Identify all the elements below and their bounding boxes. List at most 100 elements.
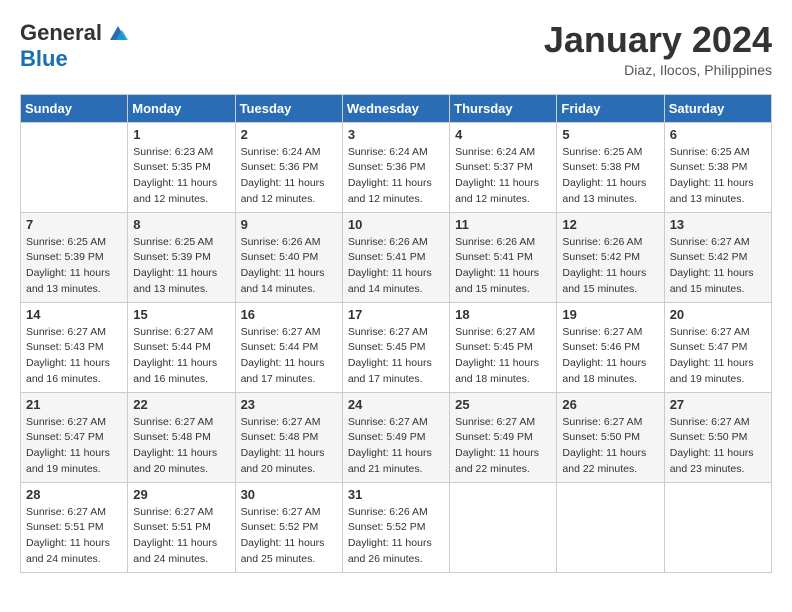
day-number: 20 — [670, 307, 766, 322]
calendar-day-cell: 24 Sunrise: 6:27 AMSunset: 5:49 PMDayligh… — [342, 392, 449, 482]
day-number: 18 — [455, 307, 551, 322]
calendar-day-cell — [664, 482, 771, 572]
calendar-day-cell: 2 Sunrise: 6:24 AMSunset: 5:36 PMDaylight… — [235, 122, 342, 212]
calendar-day-cell: 25 Sunrise: 6:27 AMSunset: 5:49 PMDayligh… — [450, 392, 557, 482]
day-number: 2 — [241, 127, 337, 142]
weekday-header: Saturday — [664, 94, 771, 122]
calendar-day-cell: 31 Sunrise: 6:26 AMSunset: 5:52 PMDayligh… — [342, 482, 449, 572]
location-subtitle: Diaz, Ilocos, Philippines — [544, 62, 772, 78]
day-number: 7 — [26, 217, 122, 232]
day-number: 11 — [455, 217, 551, 232]
day-info: Sunrise: 6:27 AMSunset: 5:52 PMDaylight:… — [241, 505, 337, 568]
calendar-table: SundayMondayTuesdayWednesdayThursdayFrid… — [20, 94, 772, 573]
calendar-day-cell: 1Sunrise: 6:23 AMSunset: 5:35 PMDaylight… — [128, 122, 235, 212]
calendar-week-row: 14 Sunrise: 6:27 AMSunset: 5:43 PMDayligh… — [21, 302, 772, 392]
day-info: Sunrise: 6:27 AMSunset: 5:49 PMDaylight:… — [455, 415, 551, 478]
day-info: Sunrise: 6:27 AMSunset: 5:43 PMDaylight:… — [26, 325, 122, 388]
title-block: January 2024 Diaz, Ilocos, Philippines — [544, 20, 772, 78]
logo-general-text: General — [20, 20, 102, 46]
calendar-day-cell: 23 Sunrise: 6:27 AMSunset: 5:48 PMDayligh… — [235, 392, 342, 482]
day-number: 19 — [562, 307, 658, 322]
calendar-header-row: SundayMondayTuesdayWednesdayThursdayFrid… — [21, 94, 772, 122]
weekday-header: Monday — [128, 94, 235, 122]
day-info: Sunrise: 6:26 AMSunset: 5:41 PMDaylight:… — [455, 235, 551, 298]
day-info: Sunrise: 6:25 AMSunset: 5:39 PMDaylight:… — [26, 235, 122, 298]
day-number: 14 — [26, 307, 122, 322]
calendar-day-cell — [21, 122, 128, 212]
calendar-day-cell: 14 Sunrise: 6:27 AMSunset: 5:43 PMDayligh… — [21, 302, 128, 392]
calendar-day-cell: 22 Sunrise: 6:27 AMSunset: 5:48 PMDayligh… — [128, 392, 235, 482]
month-title: January 2024 — [544, 20, 772, 60]
weekday-header: Thursday — [450, 94, 557, 122]
day-info: Sunrise: 6:27 AMSunset: 5:42 PMDaylight:… — [670, 235, 766, 298]
calendar-week-row: 1Sunrise: 6:23 AMSunset: 5:35 PMDaylight… — [21, 122, 772, 212]
calendar-day-cell: 29Sunrise: 6:27 AMSunset: 5:51 PMDayligh… — [128, 482, 235, 572]
calendar-day-cell: 16Sunrise: 6:27 AMSunset: 5:44 PMDayligh… — [235, 302, 342, 392]
day-info: Sunrise: 6:27 AMSunset: 5:48 PMDaylight:… — [241, 415, 337, 478]
calendar-day-cell: 8 Sunrise: 6:25 AMSunset: 5:39 PMDaylight… — [128, 212, 235, 302]
day-info: Sunrise: 6:27 AMSunset: 5:51 PMDaylight:… — [26, 505, 122, 568]
day-info: Sunrise: 6:27 AMSunset: 5:45 PMDaylight:… — [455, 325, 551, 388]
logo: General Blue — [20, 20, 128, 72]
day-number: 6 — [670, 127, 766, 142]
day-number: 9 — [241, 217, 337, 232]
weekday-header: Tuesday — [235, 94, 342, 122]
calendar-day-cell: 26Sunrise: 6:27 AMSunset: 5:50 PMDayligh… — [557, 392, 664, 482]
calendar-day-cell: 9 Sunrise: 6:26 AMSunset: 5:40 PMDaylight… — [235, 212, 342, 302]
day-number: 8 — [133, 217, 229, 232]
day-info: Sunrise: 6:26 AMSunset: 5:52 PMDaylight:… — [348, 505, 444, 568]
calendar-day-cell: 15Sunrise: 6:27 AMSunset: 5:44 PMDayligh… — [128, 302, 235, 392]
day-number: 3 — [348, 127, 444, 142]
day-info: Sunrise: 6:26 AMSunset: 5:42 PMDaylight:… — [562, 235, 658, 298]
logo-icon — [106, 22, 128, 44]
day-number: 27 — [670, 397, 766, 412]
calendar-day-cell: 27 Sunrise: 6:27 AMSunset: 5:50 PMDayligh… — [664, 392, 771, 482]
calendar-day-cell: 6 Sunrise: 6:25 AMSunset: 5:38 PMDaylight… — [664, 122, 771, 212]
day-number: 12 — [562, 217, 658, 232]
day-number: 25 — [455, 397, 551, 412]
day-number: 28 — [26, 487, 122, 502]
day-number: 5 — [562, 127, 658, 142]
day-number: 31 — [348, 487, 444, 502]
day-info: Sunrise: 6:27 AMSunset: 5:50 PMDaylight:… — [670, 415, 766, 478]
day-number: 21 — [26, 397, 122, 412]
calendar-day-cell — [557, 482, 664, 572]
day-info: Sunrise: 6:26 AMSunset: 5:40 PMDaylight:… — [241, 235, 337, 298]
day-info: Sunrise: 6:24 AMSunset: 5:37 PMDaylight:… — [455, 145, 551, 208]
day-info: Sunrise: 6:25 AMSunset: 5:38 PMDaylight:… — [670, 145, 766, 208]
day-info: Sunrise: 6:27 AMSunset: 5:48 PMDaylight:… — [133, 415, 229, 478]
day-info: Sunrise: 6:23 AMSunset: 5:35 PMDaylight:… — [133, 145, 229, 208]
day-info: Sunrise: 6:27 AMSunset: 5:47 PMDaylight:… — [670, 325, 766, 388]
calendar-day-cell — [450, 482, 557, 572]
calendar-day-cell: 18 Sunrise: 6:27 AMSunset: 5:45 PMDayligh… — [450, 302, 557, 392]
day-info: Sunrise: 6:24 AMSunset: 5:36 PMDaylight:… — [241, 145, 337, 208]
calendar-day-cell: 21 Sunrise: 6:27 AMSunset: 5:47 PMDayligh… — [21, 392, 128, 482]
day-number: 13 — [670, 217, 766, 232]
logo-blue-text: Blue — [20, 46, 68, 72]
day-info: Sunrise: 6:26 AMSunset: 5:41 PMDaylight:… — [348, 235, 444, 298]
day-number: 4 — [455, 127, 551, 142]
calendar-day-cell: 3 Sunrise: 6:24 AMSunset: 5:36 PMDaylight… — [342, 122, 449, 212]
day-number: 26 — [562, 397, 658, 412]
day-info: Sunrise: 6:24 AMSunset: 5:36 PMDaylight:… — [348, 145, 444, 208]
calendar-week-row: 7 Sunrise: 6:25 AMSunset: 5:39 PMDaylight… — [21, 212, 772, 302]
day-number: 29 — [133, 487, 229, 502]
calendar-day-cell: 19Sunrise: 6:27 AMSunset: 5:46 PMDayligh… — [557, 302, 664, 392]
weekday-header: Friday — [557, 94, 664, 122]
day-info: Sunrise: 6:27 AMSunset: 5:47 PMDaylight:… — [26, 415, 122, 478]
day-info: Sunrise: 6:27 AMSunset: 5:49 PMDaylight:… — [348, 415, 444, 478]
day-info: Sunrise: 6:27 AMSunset: 5:45 PMDaylight:… — [348, 325, 444, 388]
day-number: 24 — [348, 397, 444, 412]
day-info: Sunrise: 6:25 AMSunset: 5:39 PMDaylight:… — [133, 235, 229, 298]
calendar-day-cell: 12 Sunrise: 6:26 AMSunset: 5:42 PMDayligh… — [557, 212, 664, 302]
calendar-day-cell: 11 Sunrise: 6:26 AMSunset: 5:41 PMDayligh… — [450, 212, 557, 302]
day-info: Sunrise: 6:27 AMSunset: 5:44 PMDaylight:… — [241, 325, 337, 388]
page-header: General Blue January 2024 Diaz, Ilocos, … — [20, 20, 772, 78]
day-number: 23 — [241, 397, 337, 412]
calendar-day-cell: 17Sunrise: 6:27 AMSunset: 5:45 PMDayligh… — [342, 302, 449, 392]
calendar-day-cell: 4 Sunrise: 6:24 AMSunset: 5:37 PMDaylight… — [450, 122, 557, 212]
calendar-week-row: 21 Sunrise: 6:27 AMSunset: 5:47 PMDayligh… — [21, 392, 772, 482]
calendar-day-cell: 7 Sunrise: 6:25 AMSunset: 5:39 PMDaylight… — [21, 212, 128, 302]
day-number: 22 — [133, 397, 229, 412]
calendar-day-cell: 10Sunrise: 6:26 AMSunset: 5:41 PMDayligh… — [342, 212, 449, 302]
